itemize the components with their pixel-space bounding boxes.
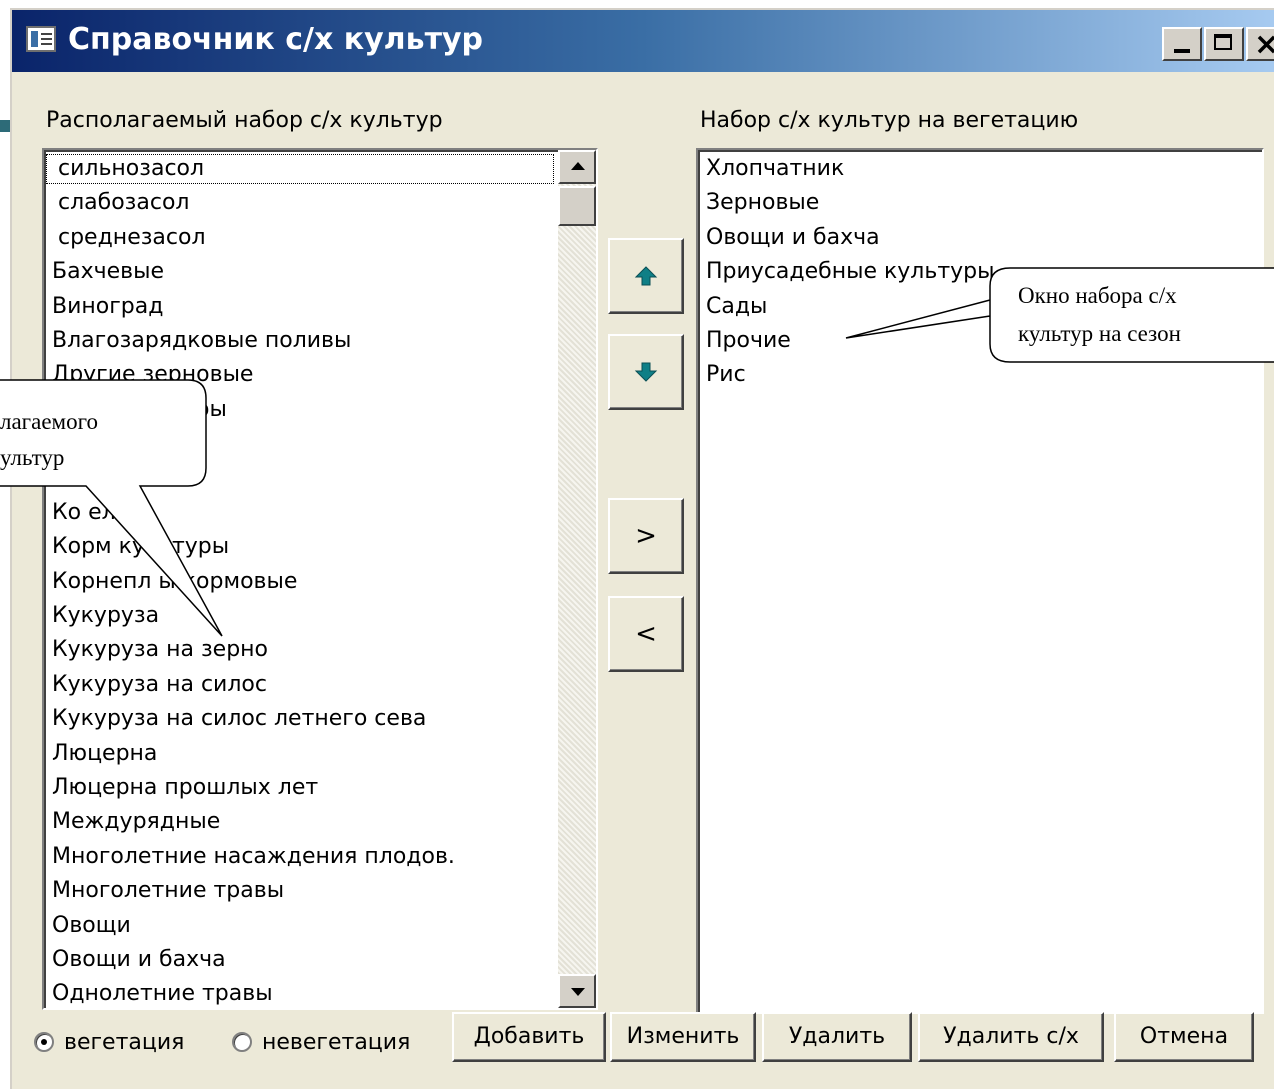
callout-shapes [0,267,1274,637]
left-callout-line2: ультур [0,445,65,470]
right-callout-line2: культур на сезон [1018,321,1181,346]
left-callout-line1: лагаемого [0,409,98,434]
right-callout-line1: Окно набора с/х [1018,283,1177,308]
